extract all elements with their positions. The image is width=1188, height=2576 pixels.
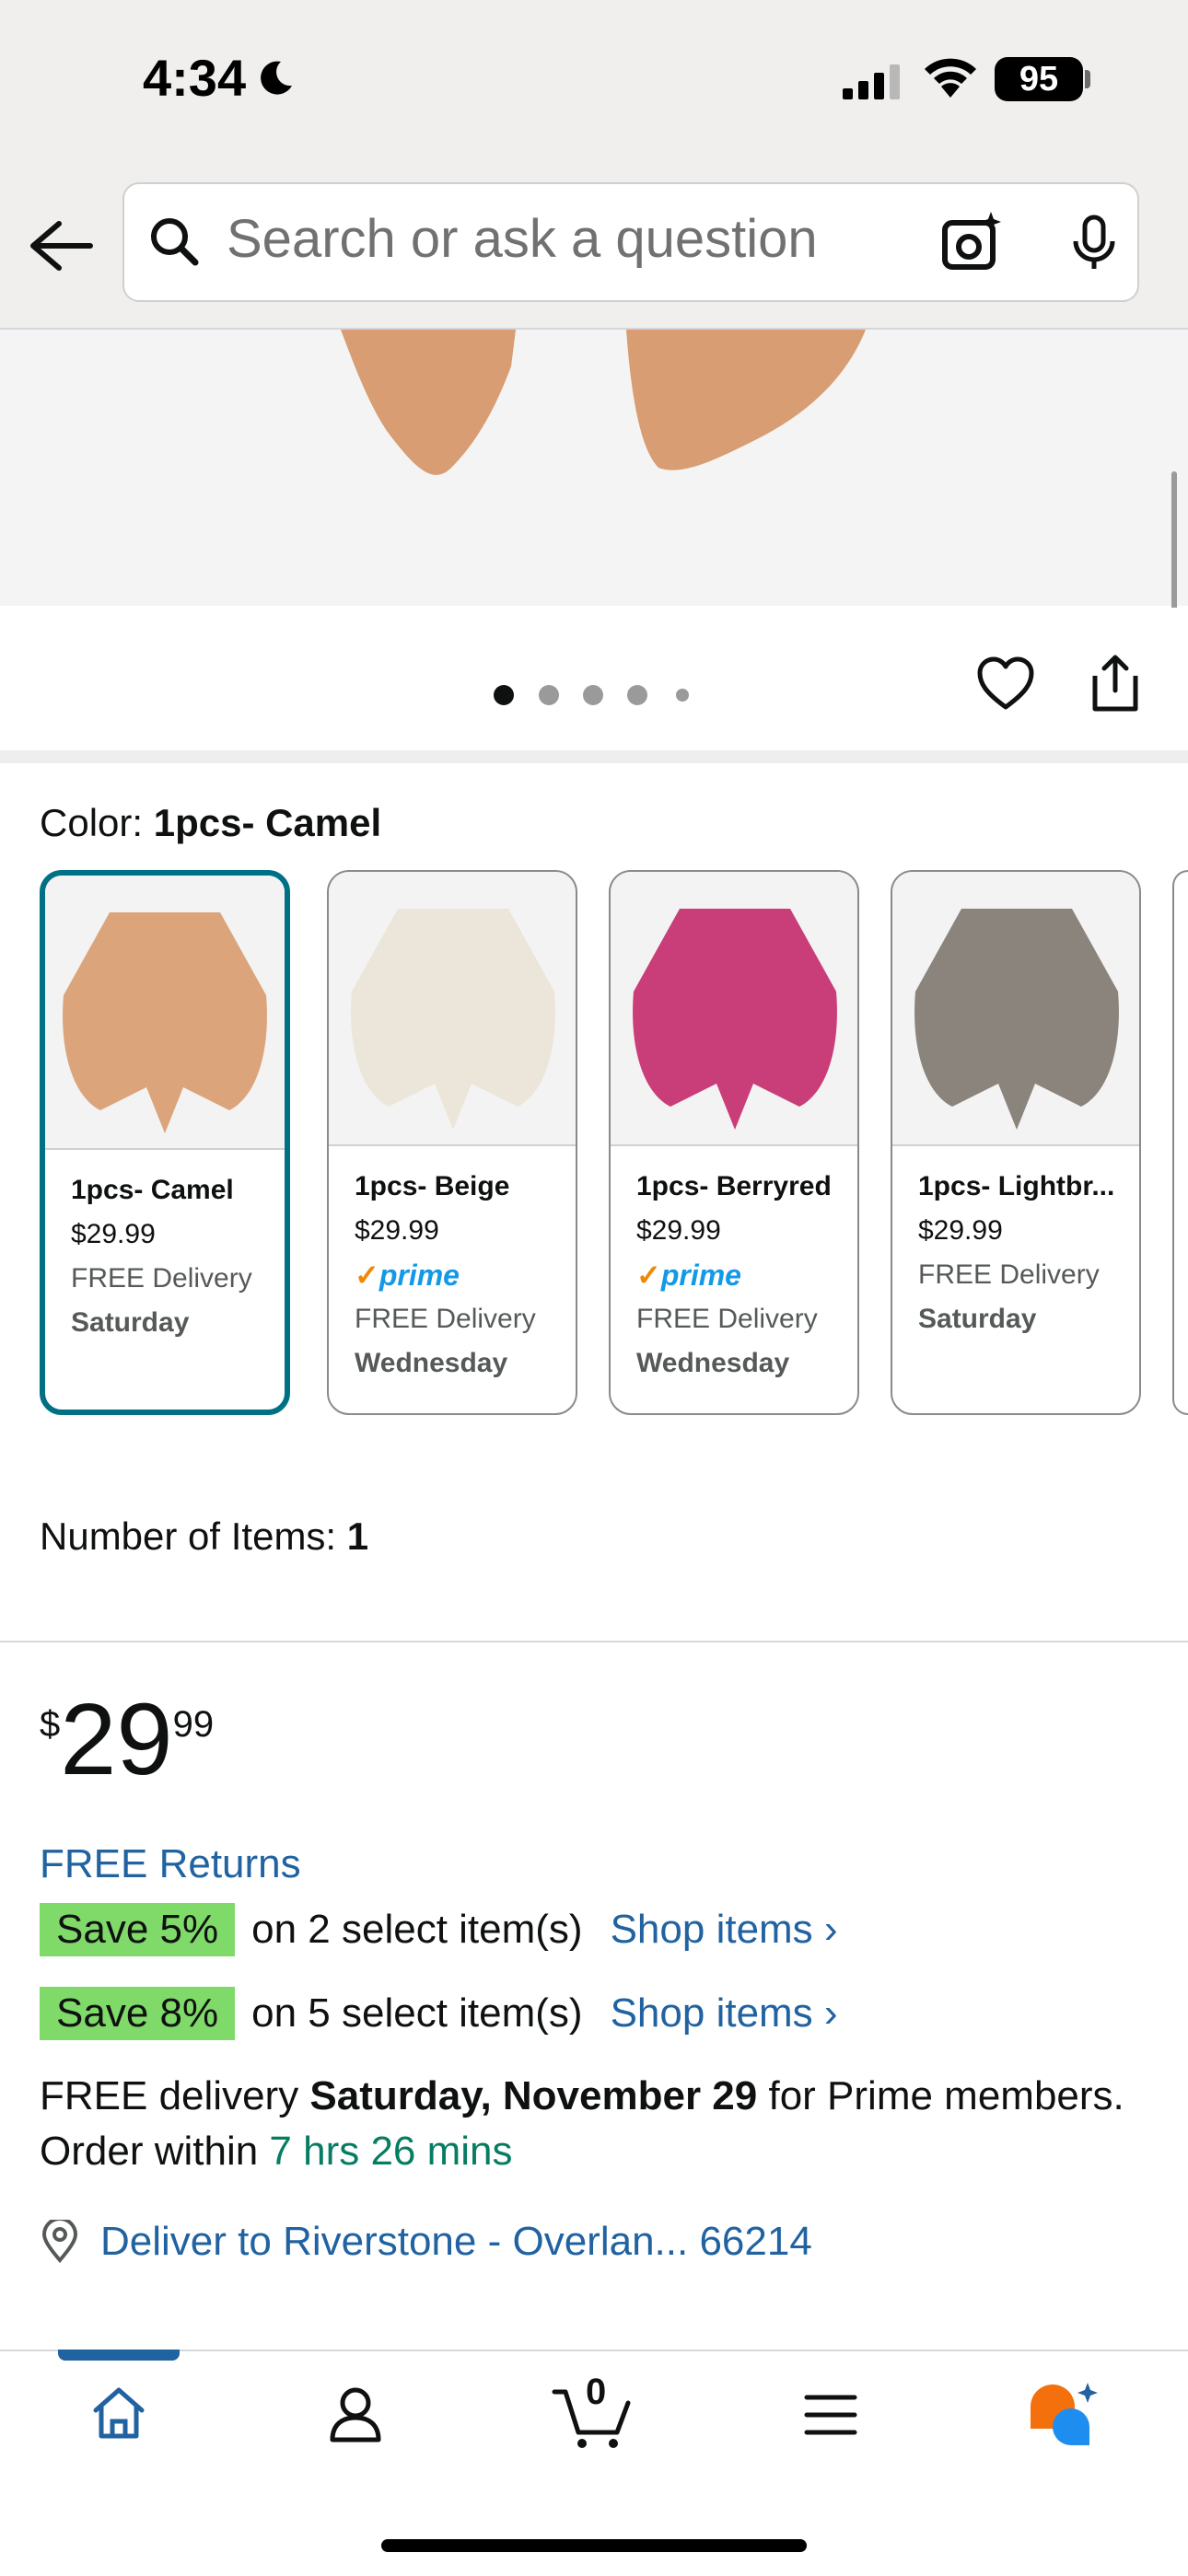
heart-icon[interactable] xyxy=(976,656,1035,711)
product-image xyxy=(341,330,866,475)
prime-check-icon: ✓ xyxy=(636,1259,661,1292)
home-indicator[interactable] xyxy=(381,2539,807,2552)
color-label-text: Color: xyxy=(40,801,144,844)
cart-button[interactable]: 0 xyxy=(551,2372,634,2449)
swatch-delivery: FREE Delivery xyxy=(636,1304,818,1334)
promo-text: on 5 select item(s) xyxy=(251,1990,583,2036)
swatch-price: $29.99 xyxy=(71,1219,156,1249)
swatch-image xyxy=(329,872,576,1146)
number-of-items-label: Number of Items: xyxy=(40,1514,337,1558)
prime-label: prime xyxy=(379,1259,460,1292)
share-icon[interactable] xyxy=(1091,652,1139,713)
free-returns-link[interactable]: FREE Returns xyxy=(40,1841,301,1887)
swatch-delivery: FREE Delivery xyxy=(918,1259,1100,1290)
color-value: 1pcs- Camel xyxy=(153,801,382,844)
pager-dot[interactable] xyxy=(539,685,559,705)
swatch-delivery-day: Saturday xyxy=(71,1307,190,1338)
color-swatch-lightbrown[interactable]: 1pcs- Lightbr... $29.99 FREE Delivery Sa… xyxy=(891,870,1141,1415)
swatch-delivery: FREE Delivery xyxy=(71,1263,252,1294)
section-divider xyxy=(0,750,1188,763)
swatch-price: $29.99 xyxy=(918,1215,1003,1246)
back-arrow-icon[interactable] xyxy=(26,218,94,273)
color-swatch-beige[interactable]: 1pcs- Beige $29.99 ✓prime FREE Delivery … xyxy=(327,870,577,1415)
number-of-items-value: 1 xyxy=(346,1514,369,1558)
swatch-name: 1pcs- Camel xyxy=(71,1175,234,1205)
shop-items-link[interactable]: Shop items › xyxy=(611,1990,838,2036)
delivery-countdown: 7 hrs 26 mins xyxy=(269,2129,513,2174)
search-input[interactable]: Search or ask a question xyxy=(227,208,818,270)
clock-text: 4:34 xyxy=(143,49,247,107)
wifi-icon xyxy=(925,58,976,98)
active-tab-indicator xyxy=(58,2350,180,2361)
price-fraction: 99 xyxy=(172,1704,215,1745)
shawl-image xyxy=(351,909,555,1130)
promo-text: on 2 select item(s) xyxy=(251,1907,583,1952)
swatch-delivery-day: Saturday xyxy=(918,1304,1037,1334)
search-icon xyxy=(151,218,199,266)
prime-badge: ✓prime xyxy=(636,1253,857,1297)
rufus-assistant-icon[interactable] xyxy=(1027,2381,1101,2449)
image-pager-row xyxy=(0,608,1188,750)
battery-cap xyxy=(1085,70,1090,88)
color-label: Color: 1pcs- Camel xyxy=(40,801,381,845)
battery-indicator: 95 xyxy=(995,57,1083,101)
swatch-delivery-day: Wednesday xyxy=(636,1348,790,1378)
prime-check-icon: ✓ xyxy=(355,1259,379,1292)
shawl-image xyxy=(63,912,267,1133)
delivery-message: FREE delivery Saturday, November 29 for … xyxy=(40,2069,1145,2179)
swatch-name: 1pcs- Beige xyxy=(355,1171,510,1201)
delivery-date: Saturday, November 29 xyxy=(309,2073,758,2118)
pager-dot[interactable] xyxy=(676,689,689,702)
shawl-image xyxy=(633,909,837,1130)
promo-row: Save 5% on 2 select item(s) Shop items › xyxy=(40,1903,838,1956)
swatch-name: 1pcs- Lightbr... xyxy=(918,1171,1115,1201)
number-of-items: Number of Items: 1 xyxy=(40,1514,368,1559)
shawl-image xyxy=(914,909,1119,1130)
swatch-delivery-day: Wednesday xyxy=(355,1348,508,1378)
battery-level: 95 xyxy=(1019,59,1059,99)
status-time: 4:34 xyxy=(143,48,296,108)
menu-icon[interactable] xyxy=(803,2392,858,2438)
product-image-carousel[interactable] xyxy=(0,330,1188,606)
swatch-image xyxy=(611,872,857,1146)
deliver-to-text[interactable]: Deliver to Riverstone - Overlan... 66214 xyxy=(100,2219,812,2265)
swatch-price: $29.99 xyxy=(636,1215,721,1246)
swatch-image xyxy=(45,876,285,1150)
cellular-signal-icon xyxy=(843,64,900,99)
shop-items-link[interactable]: Shop items › xyxy=(611,1907,838,1953)
camera-search-icon[interactable] xyxy=(939,210,1004,274)
promo-row: Save 8% on 5 select item(s) Shop items › xyxy=(40,1987,838,2040)
delivery-prefix: FREE delivery xyxy=(40,2073,310,2118)
swatch-price: $29.99 xyxy=(355,1215,439,1246)
prime-label: prime xyxy=(660,1259,741,1292)
swatch-image xyxy=(892,872,1139,1146)
price: $2999 xyxy=(40,1689,214,1791)
pager-dot-active[interactable] xyxy=(494,685,514,705)
pager-dot[interactable] xyxy=(583,685,603,705)
swatch-delivery: FREE Delivery xyxy=(355,1304,536,1334)
location-pin-icon xyxy=(41,2220,78,2264)
moon-icon xyxy=(261,61,293,95)
promo-badge: Save 5% xyxy=(40,1903,236,1956)
home-icon[interactable] xyxy=(90,2385,147,2442)
price-whole: 29 xyxy=(60,1683,173,1796)
color-swatch-camel[interactable]: 1pcs- Camel $29.99 FREE Delivery Saturda… xyxy=(40,870,290,1415)
prime-badge: ✓prime xyxy=(355,1253,576,1297)
pager-dot[interactable] xyxy=(627,685,647,705)
account-icon[interactable] xyxy=(328,2385,383,2443)
microphone-icon[interactable] xyxy=(1068,214,1120,273)
color-swatch-partial[interactable] xyxy=(1172,870,1188,1415)
price-symbol: $ xyxy=(40,1704,61,1745)
deliver-to-location[interactable]: Deliver to Riverstone - Overlan... 66214 xyxy=(40,2219,812,2265)
promo-badge: Save 8% xyxy=(40,1987,236,2040)
color-swatch-berryred[interactable]: 1pcs- Berryred $29.99 ✓prime FREE Delive… xyxy=(609,870,859,1415)
section-divider xyxy=(0,1641,1188,1642)
cart-count: 0 xyxy=(586,2372,607,2412)
swatch-name: 1pcs- Berryred xyxy=(636,1171,832,1201)
